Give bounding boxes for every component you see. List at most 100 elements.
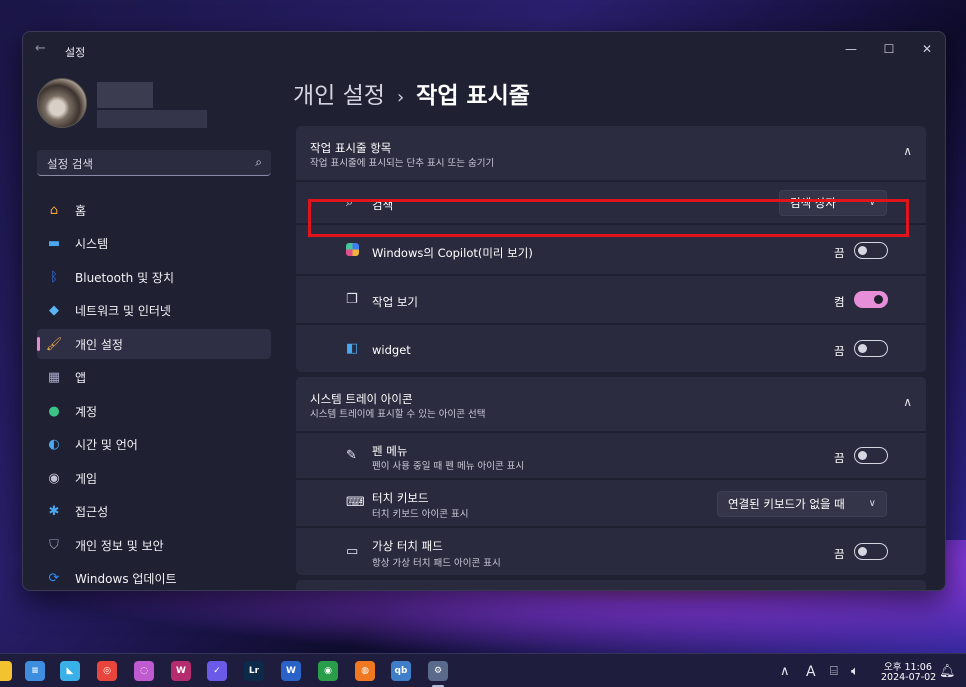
sidebar-item[interactable]: ▬ 시스템 <box>37 229 271 259</box>
setting-row-widgets: ◧ widget 끔 <box>296 324 926 372</box>
sidebar-item-label: 계정 <box>75 404 98 419</box>
taskbar-app-qb[interactable]: qb <box>391 661 411 681</box>
sidebar-item-label: 시간 및 언어 <box>75 438 138 452</box>
sidebar-item[interactable]: ● 계정 <box>37 396 271 426</box>
setting-row-touch-keyboard: ⌨ 터치 키보드 터치 키보드 아이콘 표시 연결된 키보드가 없을 때 ∨ <box>296 479 926 526</box>
maximize-button[interactable]: ☐ <box>869 37 909 61</box>
title-bar: ← 설정 — ☐ ✕ <box>23 32 945 66</box>
setting-description: 펜이 사용 중일 때 펜 메뉴 아이콘 표시 <box>372 461 525 472</box>
home-icon: ⌂ <box>49 202 59 218</box>
minimize-button[interactable]: — <box>831 37 871 61</box>
sidebar-item[interactable]: ▦ 앱 <box>37 363 271 393</box>
bluetooth-icon: ᛒ <box>50 269 58 285</box>
task-view-toggle[interactable] <box>854 291 888 308</box>
chevron-up-icon[interactable]: ∧ <box>903 144 912 158</box>
pen-menu-toggle[interactable] <box>854 447 888 464</box>
volume-icon[interactable]: 🔈︎ <box>851 664 859 679</box>
setting-label: 검색 <box>372 198 394 212</box>
accessibility-icon: ✱ <box>48 504 60 519</box>
taskbar-app-word[interactable]: W <box>281 661 301 681</box>
setting-row-copilot: Windows의 Copilot(미리 보기) 끔 <box>296 224 926 274</box>
task-view-icon: ❐ <box>346 292 358 307</box>
brush-icon: 🖌 <box>45 336 63 352</box>
sidebar-item[interactable]: ◐ 시간 및 언어 <box>37 430 271 460</box>
search-placeholder: 설정 검색 <box>47 157 93 171</box>
setting-description: 터치 키보드 아이콘 표시 <box>372 509 469 520</box>
taskbar-app-chrome[interactable]: ◎ <box>97 661 117 681</box>
setting-label: 작업 보기 <box>372 295 418 309</box>
network-icon[interactable]: ⌸ <box>830 664 838 679</box>
virtual-touchpad-toggle[interactable] <box>854 543 888 560</box>
toggle-state-label: 끔 <box>834 451 845 465</box>
taskbar-app-file-explorer[interactable] <box>0 661 12 681</box>
taskbar-app-copilot[interactable]: ◌ <box>134 661 154 681</box>
sidebar-item[interactable]: ◆ 네트워크 및 인터넷 <box>37 296 271 326</box>
taskbar-app-store-bird[interactable]: ◣ <box>60 661 80 681</box>
taskbar-app-sheet-app[interactable]: W <box>171 661 191 681</box>
setting-row-search: ⌕ 검색 검색 상자 ∨ <box>296 181 926 223</box>
back-arrow-icon[interactable]: ← <box>35 41 46 56</box>
sidebar-item-label: 개인 정보 및 보안 <box>75 538 164 553</box>
breadcrumb-parent[interactable]: 개인 설정 <box>293 83 385 109</box>
sidebar-item-label: 시스템 <box>75 237 109 251</box>
toggle-state-label: 끔 <box>834 344 845 358</box>
breadcrumb-separator: › <box>396 87 405 108</box>
page-title: 작업 표시줄 <box>416 83 530 109</box>
settings-window: ← 설정 — ☐ ✕ 설정 검색 ⌕ ⌂ 홈 ▬ 시스템 ᛒ Bluetooth 및 장치… <box>22 31 946 591</box>
taskbar-app-green-app[interactable]: ◉ <box>318 661 338 681</box>
clock-date[interactable]: 2024-07-02 <box>881 672 936 683</box>
setting-label: 터치 키보드 <box>372 491 429 505</box>
avatar[interactable] <box>37 78 87 128</box>
search-icon[interactable]: ⌕ <box>255 155 262 170</box>
taskbar-app-firefox[interactable]: ◍ <box>355 661 375 681</box>
globe-clock-icon: ◐ <box>48 437 60 452</box>
toggle-state-label: 끔 <box>834 246 845 260</box>
app-title: 설정 <box>65 46 86 59</box>
sidebar-item-label: 홈 <box>75 203 87 218</box>
chevron-down-icon: ∨ <box>868 197 876 208</box>
sidebar-item-label: 접근성 <box>75 505 109 519</box>
touchpad-icon: ▭ <box>346 544 359 559</box>
sidebar-item[interactable]: ⌂ 홈 <box>37 195 271 225</box>
windows-taskbar: ∧ A ⌸ 🔈︎ 오후 11:06 2024-07-02 🔔︎ ≡ ◣ ◎ ◌ W ✓ Lr… <box>0 653 966 687</box>
keyboard-icon: ⌨ <box>346 495 365 510</box>
update-icon: ⟳ <box>48 571 60 586</box>
tray-overflow-chevron[interactable]: ∧ <box>780 664 790 679</box>
pen-icon: ✎ <box>346 448 357 463</box>
taskbar-items-header[interactable]: 작업 표시줄 항목 작업 표시줄에 표시되는 단추 표시 또는 숨기기 ∧ <box>296 126 926 180</box>
copilot-toggle[interactable] <box>854 242 888 259</box>
sidebar-item[interactable]: ᛒ Bluetooth 및 장치 <box>37 262 271 292</box>
taskbar-app-todo[interactable]: ✓ <box>207 661 227 681</box>
ime-indicator[interactable]: A <box>806 664 816 680</box>
copilot-icon <box>346 243 359 260</box>
email-redacted <box>97 110 207 128</box>
settings-search-input[interactable]: 설정 검색 ⌕ <box>37 150 271 176</box>
toggle-state-label: 끔 <box>834 547 845 561</box>
clock-time[interactable]: 오후 11:06 <box>884 659 932 673</box>
sidebar-item-label: Bluetooth 및 장치 <box>75 270 175 285</box>
sidebar-item[interactable]: ✱ 접근성 <box>37 497 271 527</box>
touch-keyboard-dropdown[interactable]: 연결된 키보드가 없을 때 ∨ <box>717 491 887 517</box>
sidebar-item[interactable]: ⟳ Windows 업데이트 <box>37 564 271 591</box>
sidebar-item-label: 네트워크 및 인터넷 <box>75 304 171 318</box>
section-title: 시스템 트레이 아이콘 <box>310 392 413 406</box>
sidebar-item-label: 앱 <box>75 371 87 385</box>
system-tray-header[interactable]: 시스템 트레이 아이콘 시스템 트레이에 표시할 수 있는 아이콘 선택 ∧ <box>296 377 926 431</box>
close-button[interactable]: ✕ <box>907 37 945 61</box>
taskbar-app-notepad[interactable]: ≡ <box>25 661 45 681</box>
taskbar-app-lightroom[interactable]: Lr <box>244 661 264 681</box>
sidebar-item-label: 개인 설정 <box>75 337 123 352</box>
taskbar-app-settings[interactable]: ⚙ <box>428 661 448 681</box>
notification-bell-icon[interactable]: 🔔︎ <box>939 664 956 679</box>
setting-description: 항상 가상 터치 패드 아이콘 표시 <box>372 558 501 569</box>
breadcrumb: 개인 설정 › 작업 표시줄 <box>293 76 530 110</box>
chevron-up-icon[interactable]: ∧ <box>903 395 912 409</box>
sidebar-item[interactable]: 🖌 개인 설정 <box>37 329 271 359</box>
gamepad-icon: ◉ <box>48 470 60 486</box>
section-title: 작업 표시줄 항목 <box>310 141 392 155</box>
sidebar-item[interactable]: ⛉ 개인 정보 및 보안 <box>37 530 271 560</box>
sidebar-item[interactable]: ◉ 게임 <box>37 463 271 493</box>
search-mode-dropdown[interactable]: 검색 상자 ∨ <box>779 190 887 216</box>
apps-icon: ▦ <box>47 370 61 385</box>
widgets-toggle[interactable] <box>854 340 888 357</box>
